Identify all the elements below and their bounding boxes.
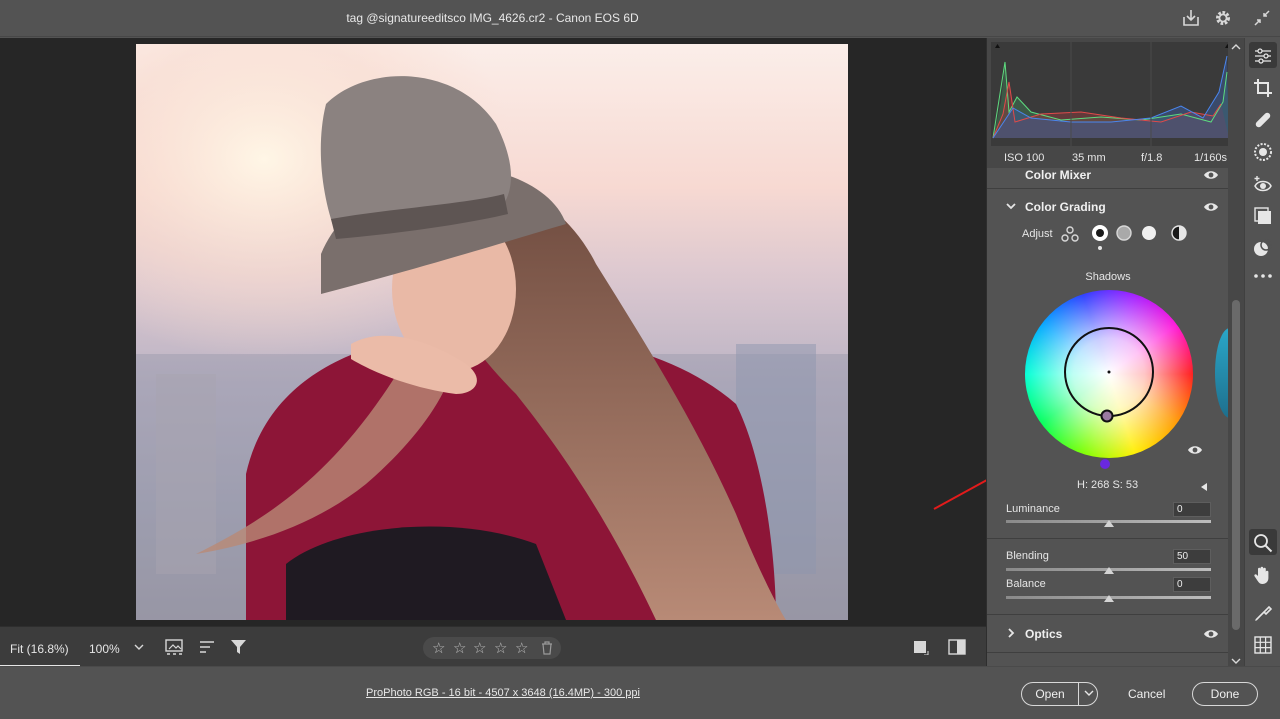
- crop-icon[interactable]: [1253, 78, 1273, 98]
- hue-saturation-readout: H: 268 S: 53: [1077, 479, 1139, 491]
- midtones-wheel-icon[interactable]: [1116, 225, 1132, 241]
- aperture-value: f/1.8: [1141, 152, 1163, 164]
- zoom-icon[interactable]: [1253, 533, 1273, 553]
- section-color-grading[interactable]: Color Grading: [987, 190, 1229, 224]
- open-options-chevron-icon[interactable]: [1080, 683, 1098, 705]
- window-title: tag @signatureeditsco IMG_4626.cr2 - Can…: [346, 11, 639, 25]
- divider: [987, 188, 1229, 189]
- focal-length-value: 35 mm: [1072, 152, 1106, 164]
- luminance-input[interactable]: 0: [1173, 502, 1211, 517]
- edit-sliders-icon[interactable]: [1253, 46, 1273, 66]
- hue-handle[interactable]: [1100, 459, 1110, 469]
- open-label: Open: [1035, 687, 1065, 701]
- star-1-icon[interactable]: ☆: [432, 639, 445, 657]
- balance-input[interactable]: 0: [1173, 577, 1211, 592]
- panel-scrollbar[interactable]: [1228, 38, 1244, 666]
- presets-icon[interactable]: [1253, 238, 1273, 258]
- divider: [987, 538, 1229, 539]
- open-button[interactable]: Open: [1021, 682, 1098, 706]
- balance-label: Balance: [1006, 578, 1046, 590]
- star-4-icon[interactable]: ☆: [494, 639, 507, 657]
- bottom-toolbar: Fit (16.8%) 100% ☆ ☆ ☆ ☆ ☆: [0, 626, 986, 667]
- selected-indicator: [1098, 246, 1102, 250]
- trash-icon[interactable]: [541, 641, 553, 655]
- expand-triangle-icon[interactable]: [1199, 481, 1209, 491]
- filter-icon[interactable]: [230, 638, 248, 656]
- three-way-icon[interactable]: [1061, 226, 1079, 242]
- hand-icon[interactable]: [1253, 565, 1273, 585]
- global-wheel-icon[interactable]: [1171, 225, 1187, 241]
- red-eye-icon[interactable]: [1253, 174, 1273, 194]
- color-sampler-icon[interactable]: [1253, 603, 1273, 623]
- star-3-icon[interactable]: ☆: [473, 639, 486, 657]
- zoom-fit-button[interactable]: Fit (16.8%): [10, 642, 69, 656]
- title-bar: tag @signatureeditsco IMG_4626.cr2 - Can…: [0, 0, 1280, 37]
- highlights-wheel-icon[interactable]: [1141, 225, 1157, 241]
- save-icon[interactable]: [1181, 8, 1201, 28]
- status-bar: ProPhoto RGB - 16 bit - 4507 x 3648 (16.…: [0, 666, 1280, 719]
- before-after-icon[interactable]: [948, 638, 966, 656]
- zoom-dropdown-chevron-icon[interactable]: [134, 640, 144, 654]
- tool-rail: [1244, 38, 1280, 666]
- shadows-label: Shadows: [1085, 271, 1131, 283]
- healing-icon[interactable]: [1253, 110, 1273, 130]
- divider: [987, 614, 1229, 615]
- blending-thumb[interactable]: [1104, 567, 1114, 574]
- shadows-color-wheel[interactable]: [1025, 290, 1193, 458]
- scroll-up-icon[interactable]: [1231, 40, 1241, 50]
- divider: [987, 652, 1229, 653]
- single-view-icon[interactable]: [913, 639, 929, 656]
- section-title: Color Grading: [1025, 200, 1106, 214]
- chevron-right-icon[interactable]: [1005, 627, 1017, 639]
- zoom-100-button[interactable]: 100%: [89, 642, 120, 656]
- balance-thumb[interactable]: [1104, 595, 1114, 602]
- panel-scroll-area[interactable]: Color Mixer Color Grading Adjust Shadows…: [987, 168, 1229, 666]
- camera-info-row: ISO 100 35 mm f/1.8 1/160s: [987, 146, 1231, 168]
- blending-label: Blending: [1006, 550, 1049, 562]
- sort-icon[interactable]: [199, 639, 217, 655]
- workflow-options-link[interactable]: ProPhoto RGB - 16 bit - 4507 x 3648 (16.…: [366, 687, 640, 699]
- shutter-value: 1/160s: [1194, 152, 1228, 164]
- open-divider: [1078, 683, 1079, 705]
- grid-overlay-icon[interactable]: [1253, 635, 1273, 655]
- eye-icon[interactable]: [1203, 201, 1219, 213]
- scroll-down-icon[interactable]: [1231, 654, 1241, 664]
- chevron-down-icon[interactable]: [1005, 200, 1017, 212]
- collapse-icon[interactable]: [1252, 8, 1272, 28]
- image-canvas[interactable]: [0, 38, 986, 626]
- eye-icon[interactable]: [1203, 169, 1219, 181]
- filmstrip-icon[interactable]: [165, 638, 185, 656]
- luminance-thumb[interactable]: [1104, 520, 1114, 527]
- star-5-icon[interactable]: ☆: [515, 639, 528, 657]
- photo-preview[interactable]: [136, 44, 848, 620]
- next-wheel-preview: [1215, 328, 1229, 418]
- eye-icon[interactable]: [1203, 628, 1219, 640]
- section-title: Color Mixer: [1025, 168, 1092, 182]
- cancel-button[interactable]: Cancel: [1128, 687, 1165, 701]
- masking-icon[interactable]: [1253, 142, 1273, 162]
- histogram: [991, 42, 1231, 146]
- adjust-label: Adjust: [1022, 228, 1053, 240]
- luminance-label: Luminance: [1006, 503, 1060, 515]
- shadows-wheel-icon[interactable]: [1091, 224, 1109, 242]
- snapshots-icon[interactable]: [1253, 206, 1273, 226]
- blending-input[interactable]: 50: [1173, 549, 1211, 564]
- gear-icon[interactable]: [1213, 8, 1233, 28]
- iso-value: ISO 100: [1004, 152, 1045, 164]
- wheel-eye-icon[interactable]: [1187, 444, 1203, 456]
- star-2-icon[interactable]: ☆: [453, 639, 466, 657]
- edit-panel: ISO 100 35 mm f/1.8 1/160s Color Mixer C…: [986, 38, 1244, 666]
- section-title: Optics: [1025, 627, 1063, 641]
- section-optics[interactable]: Optics: [987, 617, 1229, 651]
- more-icon[interactable]: [1253, 266, 1273, 286]
- star-rating[interactable]: ☆ ☆ ☆ ☆ ☆: [423, 637, 561, 659]
- done-button[interactable]: Done: [1192, 682, 1258, 706]
- scroll-thumb[interactable]: [1232, 300, 1240, 630]
